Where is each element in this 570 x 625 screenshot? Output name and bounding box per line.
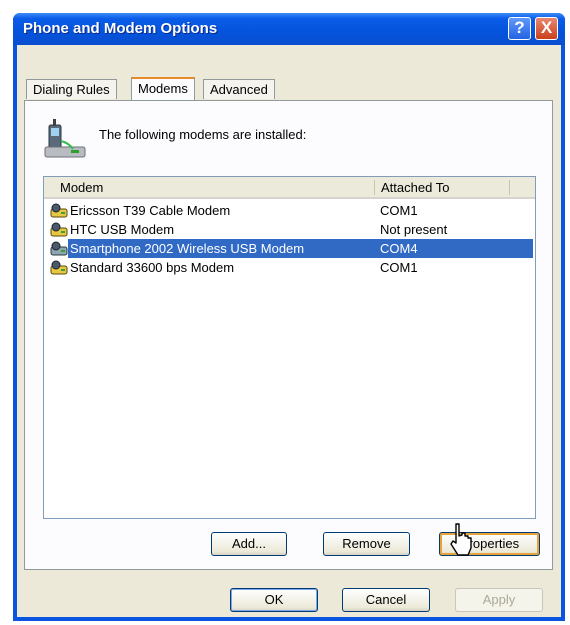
help-button[interactable]: ?: [508, 17, 531, 40]
remove-button[interactable]: Remove: [323, 532, 410, 556]
column-separator[interactable]: [509, 180, 510, 195]
modem-icon: [50, 203, 68, 218]
modem-name: Standard 33600 bps Modem: [70, 260, 235, 275]
modem-icon: [50, 222, 68, 237]
list-item[interactable]: HTC USB Modem Not present: [46, 220, 533, 239]
list-header: Modem Attached To: [44, 177, 535, 199]
apply-button[interactable]: Apply: [455, 588, 543, 612]
modem-name: Ericsson T39 Cable Modem: [70, 203, 231, 218]
column-separator[interactable]: [374, 180, 375, 195]
modem-port: COM1: [380, 260, 418, 275]
modem-port: COM4: [380, 241, 418, 256]
phone-modem-icon: [44, 119, 86, 158]
help-icon: ?: [514, 18, 525, 37]
window-title: Phone and Modem Options: [23, 20, 218, 37]
list-item[interactable]: Standard 33600 bps Modem COM1: [46, 258, 533, 277]
modem-list[interactable]: Modem Attached To Ericsson T39 Cable Mod…: [43, 176, 536, 519]
mouse-cursor-icon: [450, 523, 472, 556]
title-bar[interactable]: Phone and Modem Options ? X: [13, 13, 565, 45]
dialog-window: Phone and Modem Options ? X Dialing Rule…: [13, 13, 565, 621]
intro-text: The following modems are installed:: [99, 127, 307, 142]
modem-name: HTC USB Modem: [70, 222, 175, 237]
list-item[interactable]: Ericsson T39 Cable Modem COM1: [46, 201, 533, 220]
modem-port: Not present: [380, 222, 448, 237]
column-header-modem[interactable]: Modem: [60, 180, 103, 195]
dialog-client-area: Dialing Rules Modems Advanced The follow…: [17, 45, 561, 617]
tab-dialing-rules[interactable]: Dialing Rules: [26, 79, 117, 99]
close-icon: X: [540, 18, 553, 37]
modem-icon: [50, 241, 68, 256]
close-button[interactable]: X: [535, 17, 558, 40]
tab-advanced[interactable]: Advanced: [203, 79, 275, 99]
tab-modems[interactable]: Modems: [131, 77, 195, 100]
list-item-selected[interactable]: Smartphone 2002 Wireless USB Modem COM4: [46, 239, 533, 258]
modem-name: Smartphone 2002 Wireless USB Modem: [70, 241, 305, 256]
modem-icon: [50, 260, 68, 275]
modem-port: COM1: [380, 203, 418, 218]
ok-button[interactable]: OK: [230, 588, 318, 612]
cancel-button[interactable]: Cancel: [342, 588, 430, 612]
column-header-attached-to[interactable]: Attached To: [381, 180, 449, 195]
modems-tab-panel: The following modems are installed: Mode…: [24, 100, 553, 570]
add-button[interactable]: Add...: [211, 532, 287, 556]
